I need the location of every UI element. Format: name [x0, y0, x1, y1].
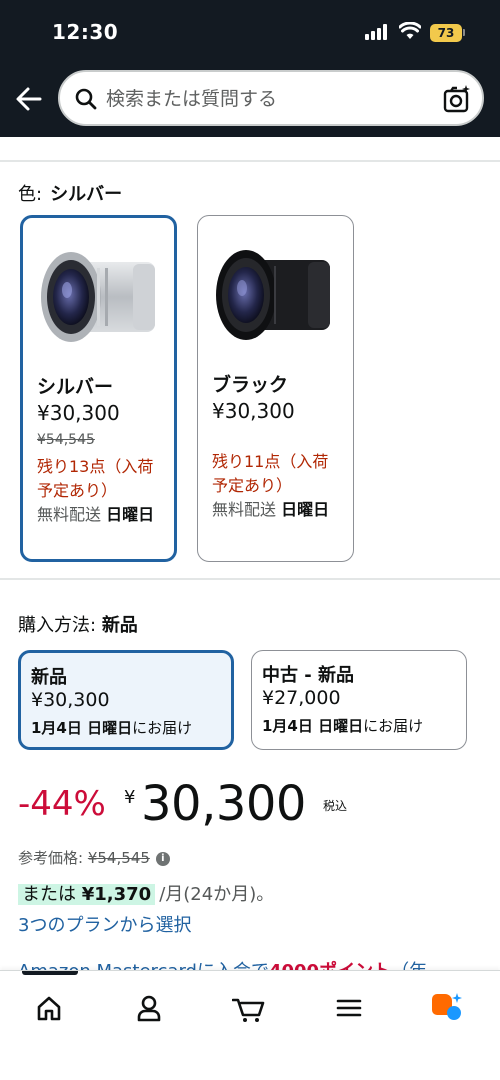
- color-option-shipping: 無料配送 日曜日: [37, 505, 155, 524]
- option-title: 中古 - 新品: [262, 665, 355, 686]
- cart-icon[interactable]: [232, 993, 266, 1023]
- color-option-original-price: ¥54,545: [37, 432, 95, 448]
- color-option-price: ¥30,300: [37, 401, 120, 425]
- color-option-name: ブラック: [212, 374, 289, 396]
- status-time: 12:30: [52, 20, 119, 44]
- color-option-name: シルバー: [37, 376, 114, 398]
- color-option-stock: 残り13点（入荷予定あり）: [37, 457, 154, 500]
- silver-lens-image: [41, 252, 155, 342]
- option-delivery: 1月4日 日曜日にお届け: [31, 719, 193, 737]
- purchase-option-new[interactable]: 新品 ¥30,300 1月4日 日曜日にお届け: [18, 650, 234, 750]
- color-label: 色: シルバー: [18, 180, 122, 206]
- purchase-option-used[interactable]: 中古 - 新品 ¥27,000 1月4日 日曜日にお届け: [251, 650, 467, 750]
- account-icon[interactable]: [134, 993, 164, 1023]
- search-bar[interactable]: [58, 70, 484, 126]
- rufus-icon[interactable]: [430, 993, 464, 1023]
- choose-plan-link[interactable]: 3つのプランから選択: [18, 911, 191, 937]
- battery-icon: 73: [430, 24, 462, 42]
- reference-price: 参考価格: ¥54,545 i: [18, 847, 170, 868]
- search-input[interactable]: [106, 85, 406, 113]
- purchase-method-label: 購入方法: 新品: [18, 615, 138, 636]
- selected-method: 新品: [101, 615, 138, 636]
- installment-info: または ¥1,370/月(24か月)。: [18, 880, 274, 906]
- cellular-signal-icon: [365, 24, 391, 40]
- color-option-silver[interactable]: シルバー ¥30,300 ¥54,545 残り13点（入荷予定あり） 無料配送 …: [20, 215, 177, 562]
- color-option-shipping: 無料配送 日曜日: [212, 500, 330, 519]
- color-option-price: ¥30,300: [212, 399, 295, 423]
- currency-symbol: ¥: [124, 787, 136, 808]
- wifi-icon: [399, 22, 421, 39]
- option-price: ¥30,300: [31, 689, 110, 711]
- divider: [0, 160, 500, 162]
- battery-tip: [463, 29, 465, 36]
- divider: [0, 578, 500, 580]
- current-price: 30,300: [141, 776, 306, 832]
- discount-percent: -44%: [18, 784, 106, 824]
- installment-highlight: または ¥1,370: [18, 884, 156, 905]
- option-price: ¥27,000: [262, 687, 341, 709]
- color-label-text: 色:: [18, 184, 43, 205]
- selected-color: シルバー: [50, 184, 123, 205]
- bottom-nav: [0, 970, 500, 1080]
- camera-lens-icon[interactable]: [442, 84, 472, 114]
- color-option-stock: 残り11点（入荷予定あり）: [212, 452, 329, 495]
- option-title: 新品: [31, 667, 67, 688]
- home-icon[interactable]: [34, 993, 64, 1023]
- color-option-black[interactable]: ブラック ¥30,300 残り11点（入荷予定あり） 無料配送 日曜日: [197, 215, 354, 562]
- active-tab-indicator: [22, 971, 78, 975]
- tax-included: 税込: [323, 799, 348, 813]
- option-delivery: 1月4日 日曜日にお届け: [262, 717, 424, 735]
- top-header: 12:30 73: [0, 0, 500, 137]
- search-icon: [75, 88, 97, 110]
- info-icon[interactable]: i: [155, 851, 170, 866]
- back-arrow-icon[interactable]: [14, 84, 44, 114]
- black-lens-image: [216, 250, 330, 340]
- menu-icon[interactable]: [334, 993, 364, 1023]
